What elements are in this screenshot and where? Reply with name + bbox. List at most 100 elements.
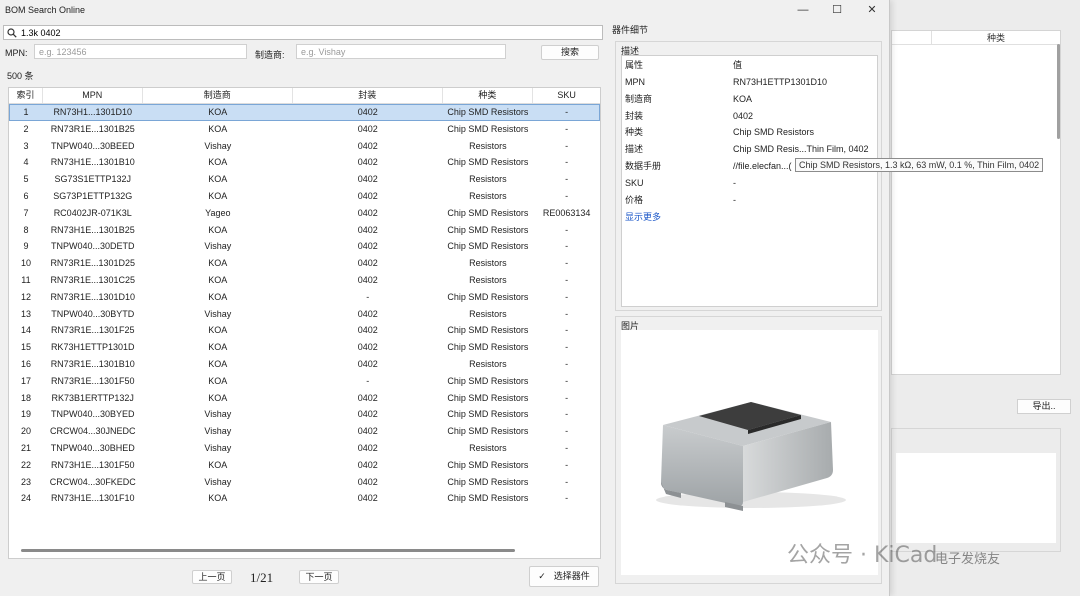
property-row[interactable]: 价格 - (622, 192, 879, 208)
cell-manufacturer: KOA (208, 107, 228, 117)
table-row[interactable]: 4 RN73H1E...1301B10 KOA 0402 Chip SMD Resist… (9, 154, 600, 171)
cell-index: 4 (23, 157, 29, 168)
manufacturer-label: 制造商: (255, 50, 285, 60)
next-page-button[interactable]: 下一页 (299, 570, 339, 584)
table-row[interactable]: 10 RN73R1E...1301D25 KOA 0402 Resistors - (9, 255, 600, 272)
cell-manufacturer: KOA (208, 157, 228, 168)
minimize-button[interactable]: — (788, 2, 818, 19)
cell-category: Chip SMD Resistors (447, 409, 529, 420)
cell-category: Resistors (469, 274, 507, 285)
property-row[interactable]: SKU - (622, 175, 879, 191)
mpn-input[interactable] (35, 45, 246, 58)
table-row[interactable]: 17 RN73R1E...1301F50 KOA - Chip SMD Resistor… (9, 373, 600, 390)
horizontal-scrollbar[interactable] (21, 549, 515, 552)
choose-component-button[interactable]: ✓ 选择器件 (529, 566, 599, 587)
cell-sku: - (565, 342, 569, 353)
table-row[interactable]: 13 TNPW040...30BYTD Vishay 0402 Resistors - (9, 306, 600, 323)
cell-package: 0402 (357, 442, 378, 453)
show-more-link[interactable]: 显示更多 (625, 209, 661, 225)
cell-manufacturer: KOA (208, 190, 228, 201)
property-key: 制造商 (625, 93, 653, 104)
close-button[interactable]: ✕ (857, 2, 887, 19)
table-row[interactable]: 11 RN73R1E...1301C25 KOA 0402 Resistors - (9, 272, 600, 289)
show-more-row: 显示更多 (622, 209, 879, 225)
cell-manufacturer: Yageo (205, 207, 231, 218)
cell-package: 0402 (357, 241, 378, 252)
property-row[interactable]: 封装 0402 (622, 108, 879, 124)
property-row[interactable]: 种类 Chip SMD Resistors (622, 124, 879, 140)
manufacturer-input[interactable] (297, 45, 505, 58)
column-header-mpn[interactable]: MPN (43, 88, 143, 103)
table-row[interactable]: 7 RC0402JR-071K3L Yageo 0402 Chip SMD Resist… (9, 205, 600, 222)
cell-mpn: RN73R1E...1301D25 (50, 258, 135, 269)
background-panel-area (896, 453, 1056, 543)
table-row[interactable]: 16 RN73R1E...1301B10 KOA 0402 Resistors - (9, 356, 600, 373)
background-panel (891, 428, 1061, 552)
table-row[interactable]: 6 SG73P1ETTP132G KOA 0402 Resistors - (9, 188, 600, 205)
search-button[interactable]: 搜索 (541, 45, 599, 60)
cell-manufacturer: KOA (208, 392, 228, 403)
column-header-package[interactable]: 封装 (293, 88, 443, 103)
table-row[interactable]: 23 CRCW04...30FKEDC Vishay 0402 Chip SMD Res… (9, 474, 600, 491)
description-group: 描述 属性 值 MPN RN73H1ETTP1301D10 制造商 KOA 封装 0402… (615, 41, 882, 311)
cell-manufacturer: KOA (208, 274, 228, 285)
cell-package: 0402 (357, 174, 378, 185)
table-row[interactable]: 24 RN73H1E...1301F10 KOA 0402 Chip SMD Resis… (9, 490, 600, 507)
table-body: 1 RN73H1...1301D10 KOA 0402 Chip SMD Resisto… (9, 104, 600, 507)
table-row[interactable]: 14 RN73R1E...1301F25 KOA 0402 Chip SMD Resis… (9, 322, 600, 339)
maximize-button[interactable]: ☐ (822, 2, 852, 19)
choose-component-label: 选择器件 (553, 571, 590, 581)
cell-mpn: RK73H1ETTP1301D (50, 342, 135, 353)
export-button[interactable]: 导出.. (1017, 399, 1071, 414)
cell-manufacturer: KOA (208, 493, 228, 504)
property-row[interactable]: MPN RN73H1ETTP1301D10 (622, 74, 879, 90)
cell-mpn: RN73R1E...1301C25 (50, 274, 135, 285)
column-header-manufacturer[interactable]: 制造商 (143, 88, 294, 103)
cell-package: 0402 (357, 258, 378, 269)
background-scrollbar[interactable] (1057, 44, 1060, 139)
mpn-field[interactable] (34, 44, 247, 59)
property-row[interactable]: 描述 Chip SMD Resis...Thin Film, 0402 (622, 141, 879, 157)
background-table: 种类 (891, 30, 1061, 375)
cell-manufacturer: KOA (208, 224, 228, 235)
search-box[interactable] (3, 25, 603, 40)
table-row[interactable]: 20 CRCW04...30JNEDC Vishay 0402 Chip SMD Res… (9, 423, 600, 440)
property-key: 价格 (625, 194, 644, 205)
search-input[interactable] (21, 26, 596, 39)
table-row[interactable]: 15 RK73H1ETTP1301D KOA 0402 Chip SMD Resisto… (9, 339, 600, 356)
table-row[interactable]: 18 RK73B1ERTTP132J KOA 0402 Chip SMD Resisto… (9, 390, 600, 407)
cell-package: 0402 (357, 342, 378, 353)
cell-package: 0402 (357, 308, 378, 319)
cell-index: 7 (23, 207, 29, 218)
table-row[interactable]: 21 TNPW040...30BHED Vishay 0402 Resistors - (9, 440, 600, 457)
table-row[interactable]: 19 TNPW040...30BYED Vishay 0402 Chip SMD Res… (9, 406, 600, 423)
table-row[interactable]: 12 RN73R1E...1301D10 KOA - Chip SMD Resistor… (9, 289, 600, 306)
table-row[interactable]: 3 TNPW040...30BEED Vishay 0402 Resistors - (9, 138, 600, 155)
column-header-category[interactable]: 种类 (443, 88, 534, 103)
cell-category: Chip SMD Resistors (447, 107, 529, 117)
property-value: Chip SMD Resistors (733, 127, 815, 138)
table-row[interactable]: 2 RN73R1E...1301B25 KOA 0402 Chip SMD Resist… (9, 121, 600, 138)
cell-index: 10 (20, 258, 31, 269)
property-value: Chip SMD Resis...Thin Film, 0402 (733, 144, 869, 155)
manufacturer-field[interactable] (296, 44, 506, 59)
property-key: 描述 (625, 144, 644, 155)
property-row[interactable]: 制造商 KOA (622, 91, 879, 107)
table-row[interactable]: 5 SG73S1ETTP132J KOA 0402 Resistors - (9, 171, 600, 188)
mpn-label: MPN: (5, 48, 28, 58)
table-row[interactable]: 8 RN73H1E...1301B25 KOA 0402 Chip SMD Resist… (9, 222, 600, 239)
property-value: - (733, 177, 736, 188)
table-row[interactable]: 9 TNPW040...30DETD Vishay 0402 Chip SMD Resi… (9, 238, 600, 255)
property-value: 0402 (733, 110, 754, 121)
main-window: BOM Search Online — ☐ ✕ MPN: 制造商: 搜索 500… (0, 0, 890, 596)
cell-index: 15 (20, 342, 31, 353)
cell-sku: - (565, 258, 569, 269)
cell-sku: - (565, 123, 569, 134)
column-header-sku[interactable]: SKU (533, 88, 600, 103)
column-header-index[interactable]: 索引 (9, 88, 43, 103)
table-row[interactable]: 22 RN73H1E...1301F50 KOA 0402 Chip SMD Resis… (9, 457, 600, 474)
cell-sku: - (565, 392, 569, 403)
prev-page-button[interactable]: 上一页 (192, 570, 232, 584)
table-row[interactable]: 1 RN73H1...1301D10 KOA 0402 Chip SMD Resisto… (9, 104, 600, 121)
background-window: 种类 导出.. (880, 0, 1080, 596)
